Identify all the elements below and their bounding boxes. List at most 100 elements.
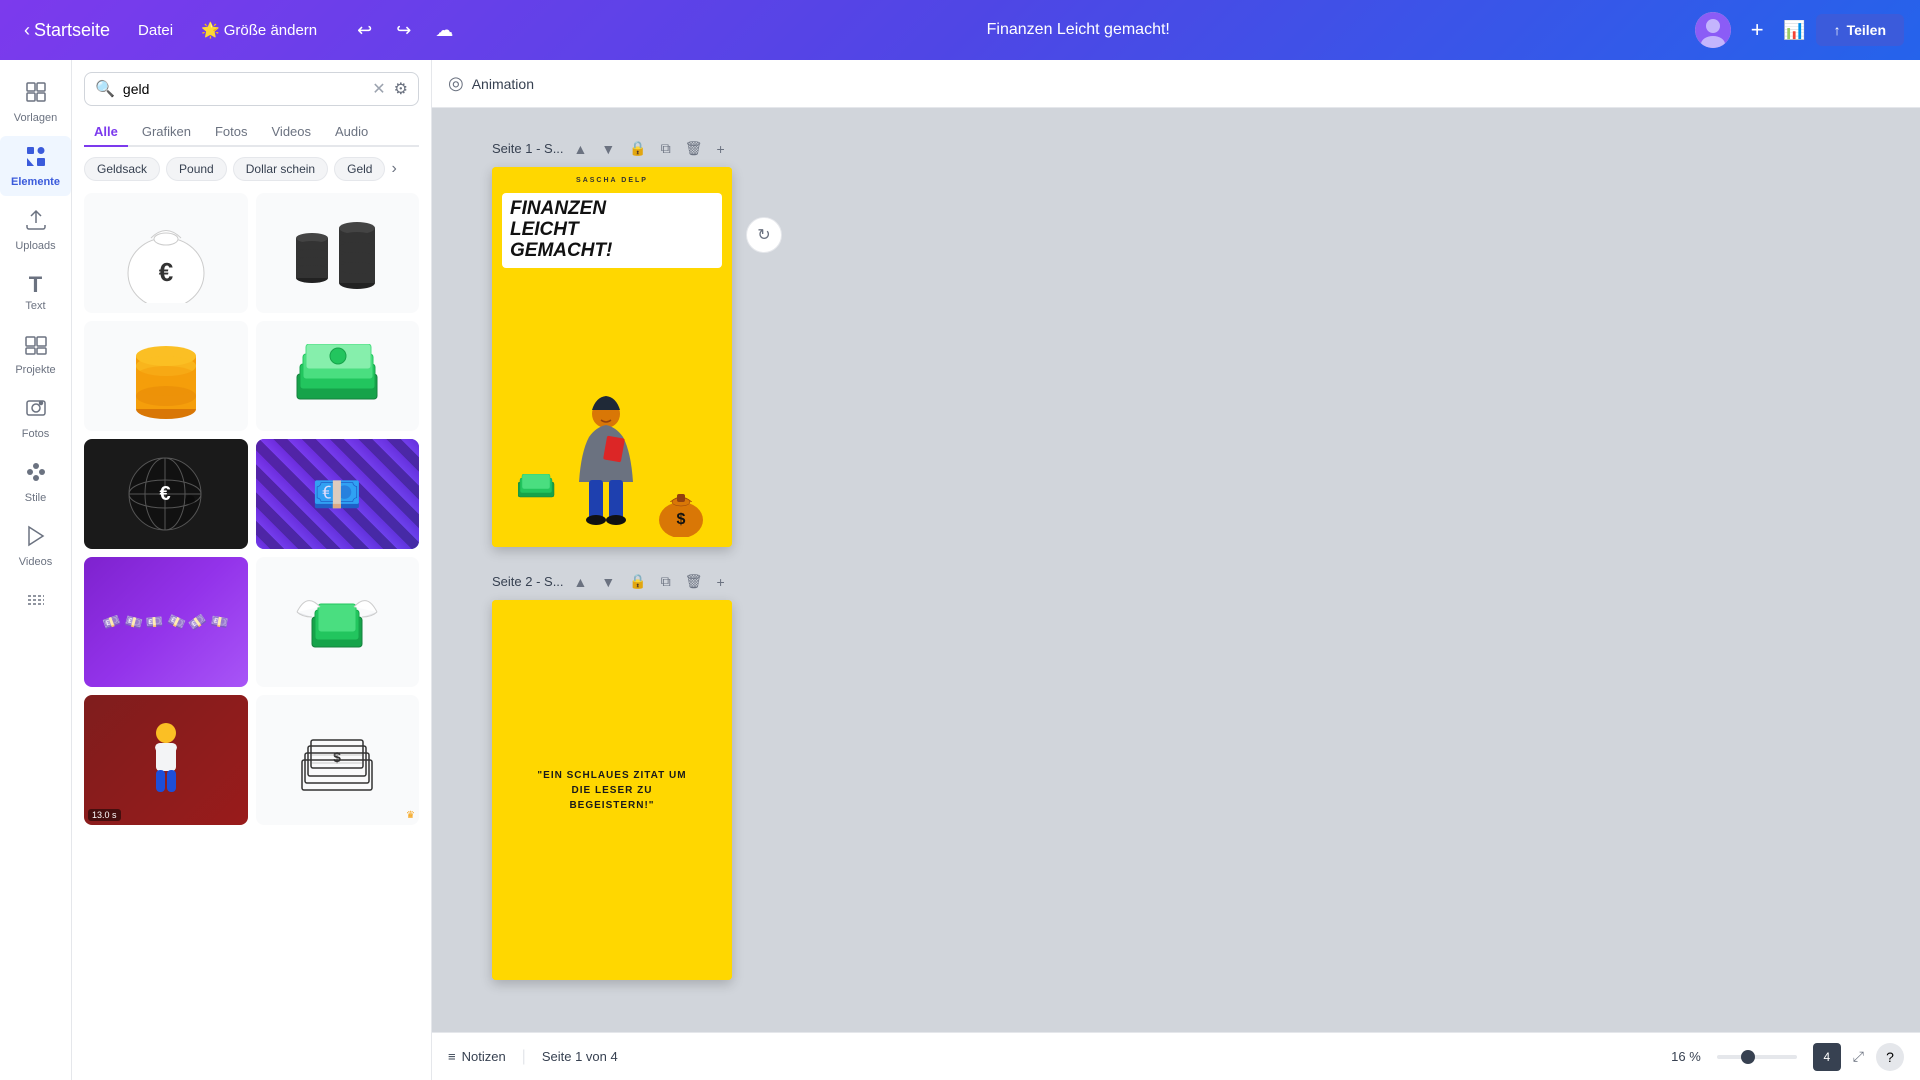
zoom-slider-thumb[interactable]: [1741, 1050, 1755, 1064]
sidebar-item-projekte[interactable]: Projekte: [0, 324, 71, 384]
page-1-add-button[interactable]: +: [712, 139, 728, 159]
animation-label: Animation: [472, 76, 534, 92]
help-button[interactable]: ?: [1876, 1043, 1904, 1071]
page-1-label: Seite 1 - S...: [492, 141, 564, 156]
page-2-copy-button[interactable]: ⧉: [657, 571, 675, 592]
tab-videos[interactable]: Videos: [262, 118, 322, 147]
zoom-slider[interactable]: [1717, 1055, 1797, 1059]
sidebar-item-uploads[interactable]: Uploads: [0, 200, 71, 260]
result-cash-spread[interactable]: 💶: [256, 439, 420, 549]
page-2-controls: Seite 2 - S... ▲ ▼ 🔒 ⧉ 🗑 +: [492, 571, 732, 592]
notes-icon: ≡: [448, 1049, 456, 1064]
page-1-lock-button[interactable]: 🔒: [625, 138, 650, 159]
page-2-item: Seite 2 - S... ▲ ▼ 🔒 ⧉ 🗑 + "EIN SCHLAUES…: [492, 571, 732, 980]
fullscreen-icon: ⤢: [1853, 1048, 1864, 1064]
refresh-button[interactable]: ↻: [746, 217, 782, 253]
topbar-tools: ↩ ↪ ☁: [349, 16, 461, 45]
sidebar-item-videos[interactable]: Videos: [0, 516, 71, 576]
tab-alle[interactable]: Alle: [84, 118, 128, 147]
avatar[interactable]: [1695, 12, 1731, 48]
result-euro-bag[interactable]: €: [84, 193, 248, 313]
page-2-lock-button[interactable]: 🔒: [625, 571, 650, 592]
tab-audio[interactable]: Audio: [325, 118, 378, 147]
tag-more-button[interactable]: ›: [391, 160, 396, 178]
redo-button[interactable]: ↪: [388, 16, 419, 45]
zoom-slider-track[interactable]: [1717, 1055, 1797, 1059]
topbar: ‹ Startseite Datei 🌟 Größe ändern ↩ ↪ ☁ …: [0, 0, 1920, 60]
tab-fotos[interactable]: Fotos: [205, 118, 258, 147]
svg-text:€: €: [160, 483, 171, 505]
sidebar-item-elemente[interactable]: Elemente: [0, 136, 71, 196]
result-green-cash[interactable]: [256, 321, 420, 431]
file-label: Datei: [138, 22, 173, 39]
tag-geld[interactable]: Geld: [334, 157, 385, 181]
vorlagen-icon: [24, 80, 48, 110]
tag-dollar-schein[interactable]: Dollar schein: [233, 157, 328, 181]
sidebar-item-stile[interactable]: Stile: [0, 452, 71, 512]
fullscreen-button[interactable]: ⤢: [1849, 1044, 1868, 1069]
sidebar: Vorlagen Elemente Uploads T Text: [0, 60, 72, 1080]
video-duration: 13.0 s: [88, 809, 121, 821]
back-button[interactable]: ‹ Startseite: [16, 16, 118, 45]
page-2-delete-button[interactable]: 🗑: [681, 571, 707, 592]
slide-2-quote: "EIN SCHLAUES ZITAT UMDIE LESER ZUBEGEIS…: [537, 768, 686, 813]
page-2-down-button[interactable]: ▼: [597, 572, 619, 592]
result-gold-coins[interactable]: [84, 321, 248, 431]
animation-icon: ◎: [448, 73, 464, 94]
page-1-down-button[interactable]: ▼: [597, 139, 619, 159]
tag-pills: Geldsack Pound Dollar schein Geld ›: [84, 157, 419, 181]
tab-grafiken[interactable]: Grafiken: [132, 118, 201, 147]
add-collaborator-button[interactable]: +: [1741, 14, 1773, 46]
page-1-copy-button[interactable]: ⧉: [657, 138, 675, 159]
page-indicator: Seite 1 von 4: [542, 1049, 618, 1064]
result-coin-stacks[interactable]: [256, 193, 420, 313]
tag-pound[interactable]: Pound: [166, 157, 227, 181]
analytics-icon: 📊: [1783, 20, 1805, 40]
svg-text:€: €: [159, 257, 173, 287]
slide-1[interactable]: SASCHA DELP FINANZEN LEICHT GEMACHT!: [492, 167, 732, 547]
sidebar-item-pattern[interactable]: [0, 580, 71, 626]
analytics-button[interactable]: 📊: [1783, 20, 1805, 41]
undo-button[interactable]: ↩: [349, 16, 380, 45]
page-1-up-button[interactable]: ▲: [570, 139, 592, 159]
page-2-up-button[interactable]: ▲: [570, 572, 592, 592]
svg-text:$: $: [333, 749, 341, 765]
grid-view-button[interactable]: 4: [1813, 1043, 1841, 1071]
topbar-right: + 📊 ↑ Teilen: [1695, 12, 1904, 48]
stile-icon: [24, 460, 48, 490]
help-icon: ?: [1886, 1049, 1894, 1065]
result-cash-sketch[interactable]: $ ♛: [256, 695, 420, 825]
videos-label: Videos: [19, 556, 52, 568]
filter-button[interactable]: ⚙: [394, 79, 408, 99]
notes-button[interactable]: ≡ Notizen: [448, 1049, 506, 1064]
sidebar-item-fotos[interactable]: Fotos: [0, 388, 71, 448]
resize-button[interactable]: 🌟 Größe ändern: [193, 17, 325, 43]
animation-bar: ◎ Animation: [432, 60, 1920, 108]
page-1-delete-button[interactable]: 🗑: [681, 138, 707, 159]
result-video-woman[interactable]: 13.0 s: [84, 695, 248, 825]
cloud-save-button[interactable]: ☁: [427, 16, 461, 45]
slide-1-title: FINANZEN LEICHT GEMACHT!: [510, 199, 714, 262]
result-euro-globe[interactable]: €: [84, 439, 248, 549]
search-bar: 🔍 ✕ ⚙: [84, 72, 419, 106]
sidebar-item-vorlagen[interactable]: Vorlagen: [0, 72, 71, 132]
elemente-icon: [24, 144, 48, 174]
text-label: Text: [25, 300, 45, 312]
canvas-area[interactable]: Seite 1 - S... ▲ ▼ 🔒 ⧉ 🗑 + SASCHA DELP: [432, 108, 1920, 1032]
slide-2[interactable]: "EIN SCHLAUES ZITAT UMDIE LESER ZUBEGEIS…: [492, 600, 732, 980]
file-menu-button[interactable]: Datei: [130, 18, 181, 43]
sidebar-item-text[interactable]: T Text: [0, 264, 71, 320]
tag-geldsack[interactable]: Geldsack: [84, 157, 160, 181]
search-input[interactable]: [123, 81, 364, 97]
fotos-icon: [24, 396, 48, 426]
share-button[interactable]: ↑ Teilen: [1816, 14, 1904, 46]
cloud-icon: ☁: [435, 20, 453, 40]
share-icon: ↑: [1834, 22, 1841, 38]
premium-badge: ♛: [406, 810, 415, 821]
page-2-add-button[interactable]: +: [712, 572, 728, 592]
result-flying-money[interactable]: [256, 557, 420, 687]
clear-search-button[interactable]: ✕: [372, 79, 385, 99]
projekte-label: Projekte: [15, 364, 55, 376]
result-bills-spread[interactable]: 💷 💷 💷 💷 💷 💷: [84, 557, 248, 687]
slide-1-author: SASCHA DELP: [492, 177, 732, 184]
